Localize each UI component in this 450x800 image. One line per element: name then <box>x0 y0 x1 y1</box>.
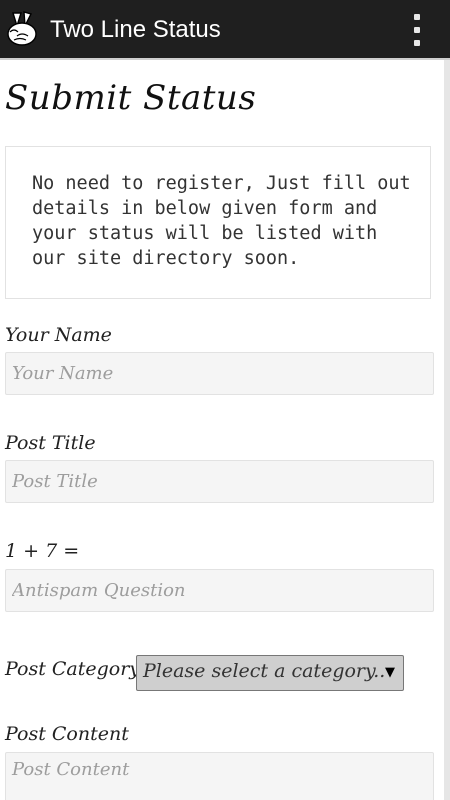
your-name-input[interactable] <box>5 352 434 395</box>
overflow-menu-icon[interactable] <box>412 14 422 46</box>
your-name-label: Your Name <box>5 324 112 346</box>
antispam-input[interactable] <box>5 569 434 612</box>
post-title-label: Post Title <box>5 432 96 454</box>
dropdown-arrow-icon: ▼ <box>385 665 395 680</box>
scrollbar[interactable] <box>444 60 450 800</box>
peace-hand-icon <box>7 11 37 46</box>
app-title: Two Line Status <box>50 16 221 43</box>
post-category-select[interactable]: Please select a category.. ▼ <box>136 655 404 691</box>
post-category-selected: Please select a category.. <box>143 660 386 682</box>
post-category-label: Post Category <box>5 658 141 680</box>
page-title: Submit Status <box>5 78 257 118</box>
post-content-textarea[interactable] <box>5 752 434 800</box>
post-title-input[interactable] <box>5 460 434 503</box>
notice-box: No need to register, Just fill out detai… <box>5 146 431 299</box>
antispam-label: 1 + 7 = <box>5 540 80 562</box>
form-page: Submit Status No need to register, Just … <box>0 60 444 800</box>
app-bar: Two Line Status <box>0 0 450 60</box>
post-content-label: Post Content <box>5 723 129 745</box>
